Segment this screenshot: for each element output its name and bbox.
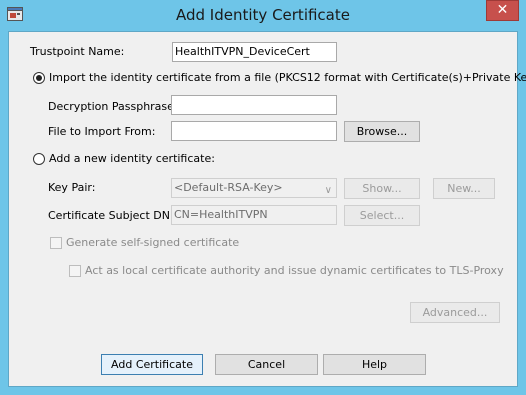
cancel-button[interactable]: Cancel [215,354,318,375]
local-ca-label: Act as local certificate authority and i… [85,264,504,277]
add-certificate-button[interactable]: Add Certificate [101,354,203,375]
subject-dn-label: Certificate Subject DN: [48,209,174,222]
key-pair-select[interactable]: <Default-RSA-Key> ∨ [171,178,337,198]
trustpoint-input[interactable]: HealthITVPN_DeviceCert [172,42,337,62]
close-icon: ✕ [496,2,509,18]
select-button[interactable]: Select... [344,205,420,226]
trustpoint-label: Trustpoint Name: [30,45,125,58]
new-certificate-label[interactable]: Add a new identity certificate: [49,152,215,165]
browse-button[interactable]: Browse... [344,121,420,142]
self-signed-label: Generate self-signed certificate [66,236,240,249]
decryption-label: Decryption Passphrase: [48,100,178,113]
import-file-label[interactable]: Import the identity certificate from a f… [49,71,526,84]
dialog-body: Trustpoint Name: HealthITVPN_DeviceCert … [8,31,526,387]
title-bar[interactable]: Add Identity Certificate ✕ [0,0,526,30]
dialog-title: Add Identity Certificate [176,6,350,24]
local-ca-checkbox[interactable] [69,265,81,277]
new-key-button[interactable]: New... [433,178,495,199]
self-signed-checkbox[interactable] [50,237,62,249]
key-pair-value: <Default-RSA-Key> [174,181,283,194]
dialog-window: Add Identity Certificate ✕ Trustpoint Na… [0,0,526,395]
close-button[interactable]: ✕ [486,0,519,21]
help-button[interactable]: Help [323,354,426,375]
advanced-button[interactable]: Advanced... [410,302,500,323]
key-pair-label: Key Pair: [48,181,96,194]
subject-dn-input[interactable]: CN=HealthITVPN [171,205,337,225]
file-import-input[interactable] [171,121,337,141]
import-file-radio[interactable] [33,72,45,84]
chevron-down-icon: ∨ [324,185,332,196]
file-import-label: File to Import From: [48,125,156,138]
show-button[interactable]: Show... [344,178,420,199]
decryption-passphrase-input[interactable] [171,95,337,115]
new-certificate-radio[interactable] [33,153,45,165]
radio-selected-dot [36,75,42,81]
